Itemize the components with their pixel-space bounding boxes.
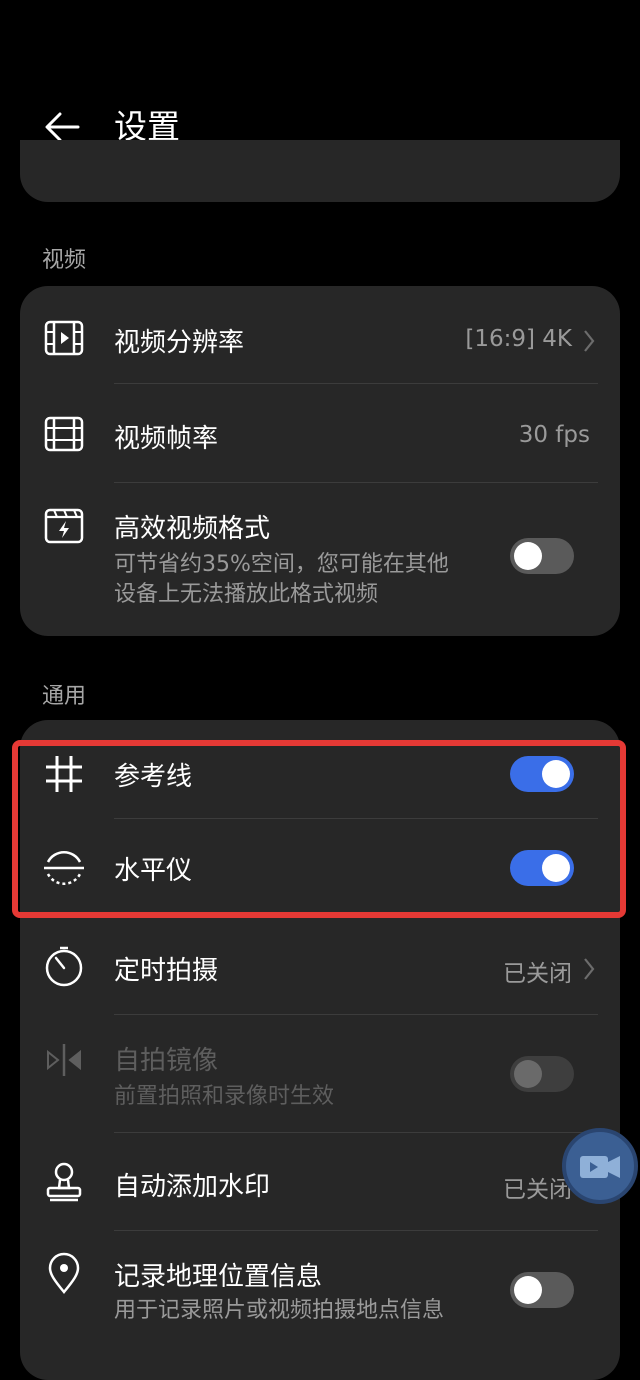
location-label: 记录地理位置信息 (114, 1262, 323, 1292)
divider (114, 818, 598, 819)
video-frame-rate-value: 30 fps (518, 422, 590, 448)
clapper-bolt-icon (44, 508, 84, 544)
efficient-video-format-label: 高效视频格式 (114, 514, 271, 544)
chevron-right-icon (584, 958, 595, 980)
level-icon (44, 851, 84, 885)
video-resolution-label: 视频分辨率 (114, 328, 245, 358)
location-toggle[interactable] (510, 1272, 574, 1308)
toggle-knob (514, 1060, 542, 1088)
location-subtitle: 用于记录照片或视频拍摄地点信息 (114, 1298, 445, 1323)
toggle-knob (514, 1276, 542, 1304)
grid-lines-toggle[interactable] (510, 756, 574, 792)
section-title-video: 视频 (42, 248, 87, 273)
grid-lines-label: 参考线 (114, 762, 193, 792)
video-frame-rate-label: 视频帧率 (114, 424, 219, 454)
selfie-mirror-label: 自拍镜像 (114, 1046, 219, 1076)
toggle-knob (514, 542, 542, 570)
video-resolution-value: [16:9] 4K (465, 326, 572, 352)
section-title-general: 通用 (42, 684, 87, 709)
timer-row[interactable]: 定时拍摄 已关闭 (20, 918, 620, 1014)
location-row[interactable]: 记录地理位置信息 用于记录照片或视频拍摄地点信息 (20, 1232, 620, 1350)
video-frame-rate-row[interactable]: 视频帧率 30 fps (20, 386, 620, 482)
grid-lines-row[interactable]: 参考线 (20, 726, 620, 818)
grid-icon (46, 756, 82, 792)
location-pin-icon (48, 1252, 80, 1294)
film-play-icon (44, 320, 84, 356)
film-strip-icon (44, 416, 84, 452)
selfie-mirror-subtitle: 前置拍照和录像时生效 (114, 1084, 335, 1109)
toggle-knob (542, 854, 570, 882)
selfie-mirror-row: 自拍镜像 前置拍照和录像时生效 (20, 1016, 620, 1132)
divider (114, 482, 598, 483)
level-row[interactable]: 水平仪 (20, 820, 620, 916)
mirror-icon (47, 1044, 81, 1076)
watermark-row[interactable]: 自动添加水印 已关闭 (20, 1134, 620, 1230)
divider (114, 1230, 598, 1231)
level-label: 水平仪 (114, 856, 193, 886)
divider (114, 1014, 598, 1015)
level-toggle[interactable] (510, 850, 574, 886)
efficient-video-format-subtitle-2: 设备上无法播放此格式视频 (114, 582, 379, 607)
chevron-right-icon (584, 330, 595, 352)
stamp-icon (46, 1162, 82, 1202)
timer-icon (45, 946, 83, 987)
divider (114, 1132, 598, 1133)
video-camera-icon (580, 1156, 620, 1178)
selfie-mirror-toggle (510, 1056, 574, 1092)
efficient-video-format-row[interactable]: 高效视频格式 可节省约35%空间，您可能在其他 设备上无法播放此格式视频 (20, 484, 620, 630)
efficient-video-format-toggle[interactable] (510, 538, 574, 574)
timer-value: 已关闭 (503, 961, 572, 987)
watermark-value: 已关闭 (503, 1177, 572, 1203)
previous-settings-card (20, 140, 620, 202)
floating-video-button[interactable] (562, 1128, 638, 1204)
watermark-label: 自动添加水印 (114, 1172, 271, 1202)
timer-label: 定时拍摄 (114, 956, 219, 986)
toggle-knob (542, 760, 570, 788)
video-resolution-row[interactable]: 视频分辨率 [16:9] 4K (20, 292, 620, 384)
efficient-video-format-subtitle-1: 可节省约35%空间，您可能在其他 (114, 552, 449, 577)
divider (114, 383, 598, 384)
